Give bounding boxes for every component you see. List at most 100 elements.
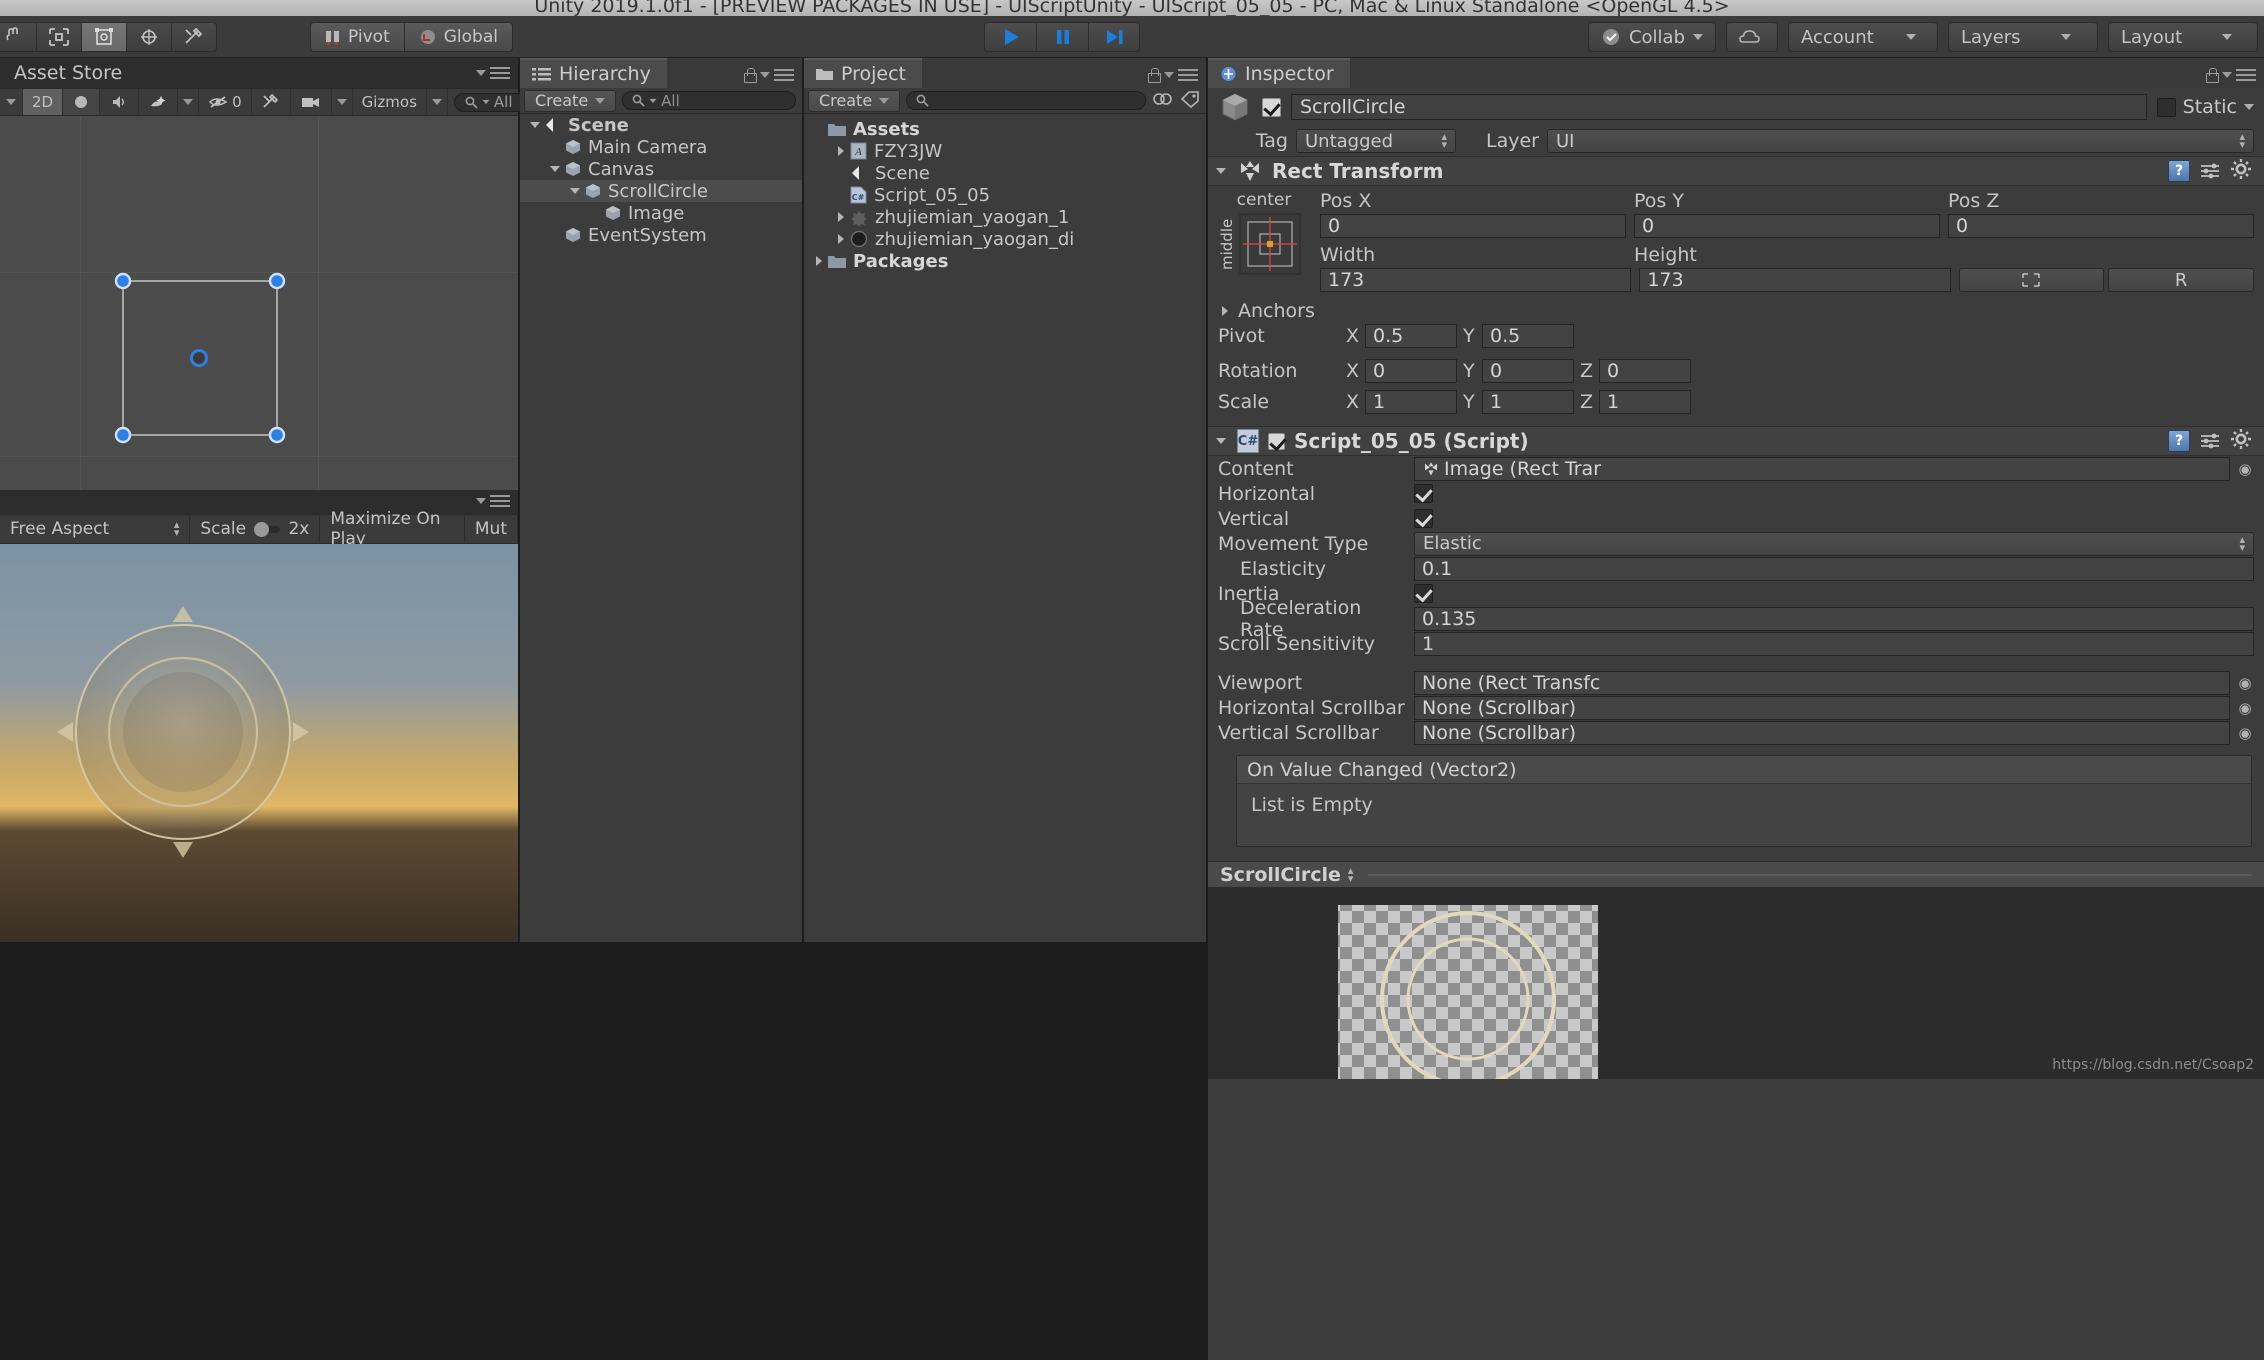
rect-tool-button[interactable]: [81, 22, 126, 52]
scene-camera-button[interactable]: [290, 89, 332, 115]
project-item-packages[interactable]: Packages: [804, 250, 1206, 272]
layer-dropdown[interactable]: UI ▴ ▾: [1546, 129, 2254, 153]
pos-y-input[interactable]: 0: [1634, 214, 1940, 238]
scale-z-input[interactable]: 1: [1599, 389, 1691, 414]
vertical-scrollbar-picker-icon[interactable]: ◉: [2236, 724, 2254, 742]
scale-slider-group[interactable]: Scale 2x: [190, 514, 321, 544]
collapse-triangle-icon[interactable]: [568, 184, 582, 198]
pivot-toggle-button[interactable]: Pivot: [310, 22, 404, 52]
project-item-scene[interactable]: Scene: [804, 162, 1206, 184]
global-toggle-button[interactable]: Global: [403, 22, 513, 52]
height-input[interactable]: 173: [1639, 268, 1951, 292]
step-button[interactable]: [1088, 22, 1140, 52]
preview-header[interactable]: ScrollCircle ▴ ▾: [1208, 861, 2264, 887]
content-picker-icon[interactable]: ◉: [2236, 460, 2254, 478]
project-create-button[interactable]: Create: [808, 89, 901, 112]
rect-transform-header[interactable]: Rect Transform ?: [1208, 156, 2264, 186]
game-panel-menu[interactable]: [476, 495, 510, 507]
project-search-input[interactable]: [906, 91, 1146, 110]
rotation-x-input[interactable]: 0: [1365, 358, 1457, 383]
account-button[interactable]: Account: [1788, 22, 1938, 52]
viewport-object-field[interactable]: None (Rect Transfc: [1414, 670, 2230, 695]
expand-triangle-icon[interactable]: [1218, 304, 1232, 318]
hierarchy-item-main-camera[interactable]: Main Camera: [520, 136, 802, 158]
expand-triangle-icon[interactable]: [812, 254, 826, 268]
script-enabled-checkbox[interactable]: [1268, 432, 1285, 450]
anchor-preset-group[interactable]: center middle: [1218, 190, 1310, 292]
gear-icon[interactable]: [2230, 158, 2252, 184]
aspect-ratio-dropdown[interactable]: Free Aspect ▴ ▾: [0, 514, 191, 544]
hierarchy-item-image[interactable]: Image: [520, 202, 802, 224]
shading-mode-dropdown[interactable]: [0, 89, 23, 115]
rotation-y-input[interactable]: 0: [1482, 358, 1574, 383]
lock-icon[interactable]: [2205, 67, 2219, 83]
hand-tool-button[interactable]: [0, 22, 36, 52]
hierarchy-item-scene[interactable]: Scene: [520, 114, 802, 136]
project-item-script-05-05[interactable]: C# Script_05_05: [804, 184, 1206, 206]
elasticity-input[interactable]: 0.1: [1414, 556, 2254, 581]
tab-asset-store[interactable]: Asset Store: [0, 58, 136, 88]
scene-tools-button[interactable]: [251, 89, 291, 115]
raw-edit-button[interactable]: R: [2108, 268, 2254, 292]
pos-x-input[interactable]: 0: [1320, 214, 1626, 238]
hierarchy-item-eventsystem[interactable]: EventSystem: [520, 224, 802, 246]
scroll-sensitivity-input[interactable]: 1: [1414, 631, 2254, 656]
hierarchy-item-scrollcircle[interactable]: ScrollCircle: [520, 180, 802, 202]
horizontal-scrollbar-object-field[interactable]: None (Scrollbar): [1414, 695, 2230, 720]
inspector-menu[interactable]: [2205, 67, 2256, 83]
toggle-2d-button[interactable]: 2D: [23, 89, 64, 115]
collapse-triangle-icon[interactable]: [528, 118, 542, 132]
expand-triangle-icon[interactable]: [834, 232, 848, 246]
layers-button[interactable]: Layers: [1948, 22, 2098, 52]
tab-hierarchy[interactable]: Hierarchy: [520, 58, 667, 88]
fx-toggle-button[interactable]: [139, 89, 179, 115]
filter-by-label-icon[interactable]: [1180, 90, 1200, 112]
hidden-objects-toggle[interactable]: 0: [199, 89, 252, 115]
collapse-triangle-icon[interactable]: [548, 162, 562, 176]
camera-dropdown[interactable]: [331, 89, 353, 115]
scale-y-input[interactable]: 1: [1482, 389, 1574, 414]
game-viewport[interactable]: [0, 544, 518, 942]
transform-tool-button[interactable]: [126, 22, 171, 52]
anchor-preset-widget[interactable]: [1239, 213, 1301, 275]
pivot-x-input[interactable]: 0.5: [1365, 323, 1457, 348]
tab-project[interactable]: Project: [804, 58, 923, 88]
viewport-picker-icon[interactable]: ◉: [2236, 674, 2254, 692]
pivot-y-input[interactable]: 0.5: [1482, 323, 1574, 348]
script-component-header[interactable]: C# Script_05_05 (Script) ?: [1208, 426, 2264, 456]
scene-viewport[interactable]: [0, 116, 518, 490]
cloud-button[interactable]: [1726, 22, 1778, 52]
vertical-checkbox[interactable]: [1414, 509, 1433, 528]
gizmos-dropdown[interactable]: [426, 89, 448, 115]
lock-icon[interactable]: [1147, 67, 1161, 83]
maximize-on-play-button[interactable]: Maximize On Play: [320, 509, 465, 549]
hierarchy-create-button[interactable]: Create: [524, 89, 617, 112]
blueprint-mode-button[interactable]: [1958, 268, 2105, 292]
collapse-triangle-icon[interactable]: [1214, 434, 1228, 448]
slider-knob[interactable]: [254, 521, 270, 537]
hierarchy-tree[interactable]: Scene Main Camera Canvas ScrollCircle Image E…: [520, 114, 802, 942]
move-tool-button[interactable]: [36, 22, 81, 52]
pos-z-input[interactable]: 0: [1948, 214, 2254, 238]
scale-x-input[interactable]: 1: [1365, 389, 1457, 414]
preset-icon[interactable]: [2199, 162, 2221, 180]
tab-inspector[interactable]: Inspector: [1208, 58, 1350, 88]
vertical-scrollbar-object-field[interactable]: None (Scrollbar): [1414, 720, 2230, 745]
horizontal-scrollbar-picker-icon[interactable]: ◉: [2236, 699, 2254, 717]
pause-button[interactable]: [1036, 22, 1088, 52]
scene-panel-menu[interactable]: [476, 67, 510, 79]
help-icon[interactable]: ?: [2168, 430, 2190, 452]
mute-audio-button[interactable]: Mut: [465, 514, 518, 544]
lock-icon[interactable]: [743, 67, 757, 83]
gear-icon[interactable]: [2230, 428, 2252, 454]
project-item-zhujiemian-yaogan-1[interactable]: zhujiemian_yaogan_1: [804, 206, 1206, 228]
project-item-fzy3jw[interactable]: A FZY3JW: [804, 140, 1206, 162]
tag-dropdown[interactable]: Untagged ▴ ▾: [1296, 129, 1456, 153]
deceleration-rate-input[interactable]: 0.135: [1414, 606, 2254, 631]
project-item-zhujiemian-yaogan-di[interactable]: zhujiemian_yaogan_di: [804, 228, 1206, 250]
fx-dropdown[interactable]: [178, 89, 200, 115]
project-tree[interactable]: Assets A FZY3JW Scene C# Script_05_05 zhujiemi…: [804, 114, 1206, 942]
audio-toggle-button[interactable]: [100, 89, 140, 115]
project-item-assets[interactable]: Assets: [804, 118, 1206, 140]
project-menu[interactable]: [1147, 67, 1198, 83]
